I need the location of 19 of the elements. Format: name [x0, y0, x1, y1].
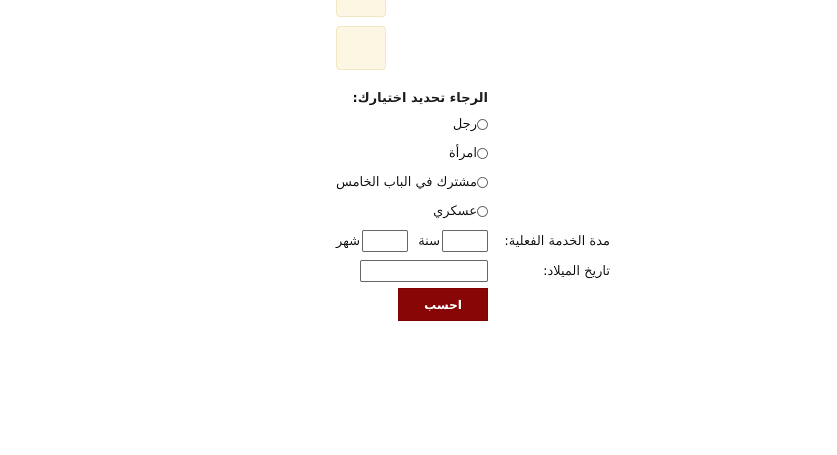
empty-panel — [336, 26, 386, 70]
field-label: مدة الخدمة الفعلية: — [503, 234, 610, 248]
input-field[interactable] — [362, 230, 408, 252]
unit-label: شهر — [336, 234, 360, 248]
unit-label: سنة — [417, 234, 440, 248]
form-heading: الرجاء تحديد اختيارك: — [352, 91, 488, 106]
radio-label[interactable]: رجل — [452, 117, 477, 132]
radio-button[interactable] — [477, 206, 488, 217]
radio-label[interactable]: مشترك في الباب الخامس — [336, 175, 477, 190]
radio-button[interactable] — [477, 148, 488, 159]
field-label: تاريخ الميلاد: — [542, 264, 610, 278]
radio-label[interactable]: امرأة — [448, 146, 477, 161]
radio-button[interactable] — [477, 177, 488, 188]
input-field[interactable] — [360, 260, 488, 282]
input-field[interactable] — [442, 230, 488, 252]
empty-panel — [336, 0, 386, 17]
radio-button[interactable] — [477, 119, 488, 130]
calculate-button[interactable]: احسب — [398, 288, 488, 321]
radio-label[interactable]: عسكري — [433, 204, 477, 219]
